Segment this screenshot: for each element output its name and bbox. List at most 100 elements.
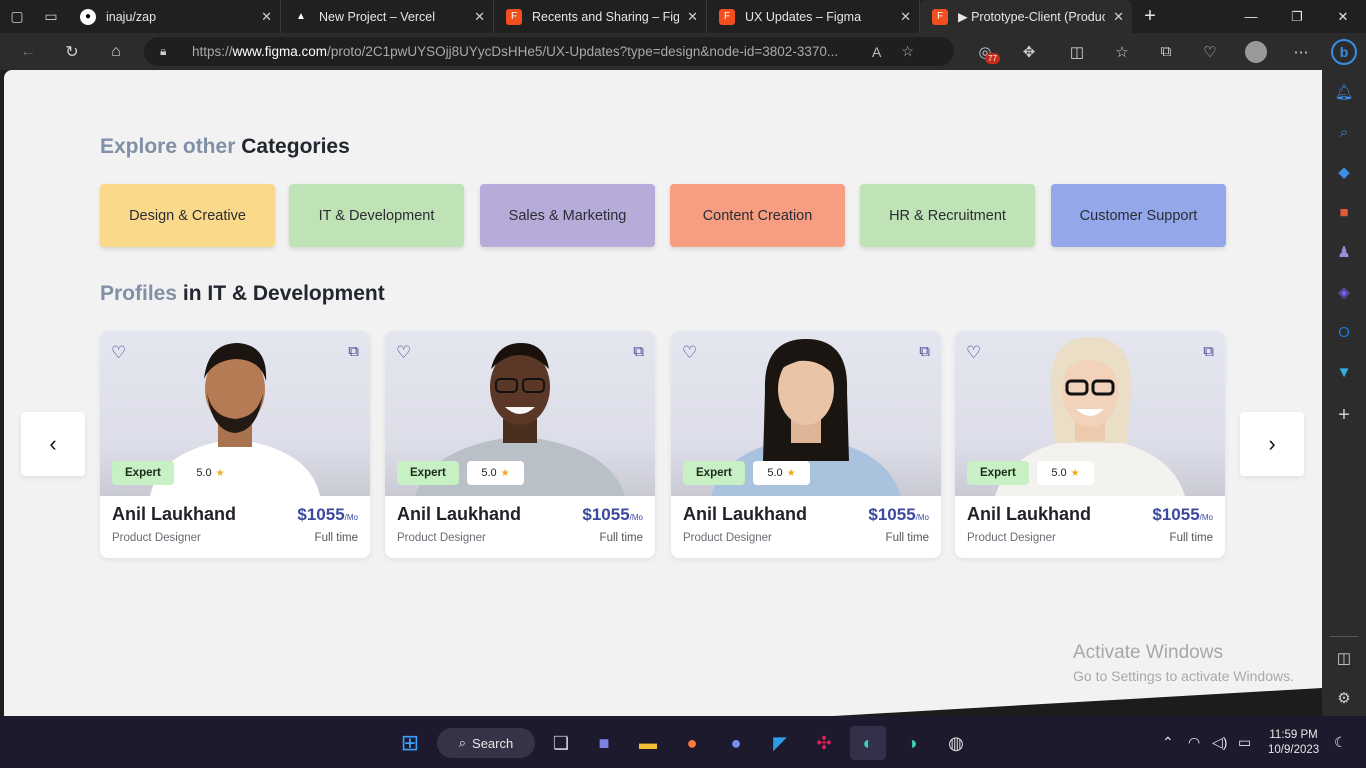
profile-role: Product Designer (112, 532, 201, 544)
collections-icon[interactable]: ⧉ (1144, 33, 1188, 70)
start-icon[interactable]: ⊞ (392, 726, 428, 760)
home-icon[interactable]: ⌂ (94, 33, 138, 70)
favorite-star-icon[interactable]: ☆ (901, 43, 914, 60)
figma-prototype-page: Explore other Categories Design & Creati… (4, 70, 1322, 716)
rating-badge: 5.0 ★ (753, 461, 810, 485)
tab-actions-icon[interactable]: ▭ (34, 0, 68, 33)
close-icon[interactable]: ✕ (1113, 9, 1124, 25)
profile-price: $1055/Mo (1152, 505, 1213, 524)
favorite-heart-icon[interactable]: ♡ (682, 343, 697, 363)
open-external-icon[interactable]: ⧉ (919, 343, 930, 360)
extension-icon[interactable]: ◎ 77 (963, 33, 1007, 70)
taskbar-clock[interactable]: 11:59 PM 10/9/2023 (1268, 728, 1319, 758)
open-external-icon[interactable]: ⧉ (348, 343, 359, 360)
tab-github[interactable]: ● inaju/zap ✕ (68, 0, 281, 33)
shopping-tag-icon[interactable]: ◆ (1322, 152, 1366, 192)
workspaces-icon[interactable]: ▢ (0, 0, 34, 33)
expert-badge: Expert (683, 461, 745, 485)
add-sidebar-app-icon[interactable]: + (1322, 395, 1366, 435)
favorites-icon[interactable]: ☆ (1100, 33, 1144, 70)
tab-figma-recents[interactable]: F Recents and Sharing – Figma ✕ (494, 0, 707, 33)
close-window-icon[interactable]: ✕ (1320, 0, 1366, 33)
more-menu-icon[interactable]: ⋯ (1279, 33, 1323, 70)
windows-taskbar: ⊞ ⌕ Search ❏ ■ ▬ ● ● ◤ ✣ ◐ ◑ ◍ ⌃ ◠ ◁) ▭ 1… (0, 716, 1366, 768)
restore-icon[interactable]: ❐ (1274, 0, 1320, 33)
category-it-development[interactable]: IT & Development (289, 184, 464, 247)
refresh-icon[interactable]: ↻ (50, 33, 94, 70)
outlook-icon[interactable]: O (1322, 312, 1366, 352)
category-customer-support[interactable]: Customer Support (1051, 184, 1226, 247)
show-hidden-icons-icon[interactable]: ⌃ (1162, 716, 1174, 768)
open-external-icon[interactable]: ⧉ (1203, 343, 1214, 360)
browser-essentials-icon[interactable]: ♡ (1188, 33, 1232, 70)
edge-beta-icon[interactable]: ◑ (894, 726, 930, 760)
tools-icon[interactable]: ■ (1322, 192, 1366, 232)
category-content-creation[interactable]: Content Creation (670, 184, 845, 247)
address-bar-row: ← ↻ ⌂ 🔒︎ https://www.figma.com/proto/2C1… (0, 33, 1366, 70)
extensions-puzzle-icon[interactable]: ✥ (1007, 33, 1051, 70)
close-icon[interactable]: ✕ (474, 9, 485, 25)
games-icon[interactable]: ♟ (1322, 232, 1366, 272)
discord-icon[interactable]: ● (718, 726, 754, 760)
app-icon[interactable]: ◍ (938, 726, 974, 760)
notification-moon-icon[interactable]: ☾ (1334, 716, 1347, 768)
favorite-heart-icon[interactable]: ♡ (966, 343, 981, 363)
close-icon[interactable]: ✕ (900, 9, 911, 25)
new-tab-button[interactable]: + (1132, 5, 1168, 28)
read-aloud-icon[interactable]: A (872, 44, 881, 60)
vercel-icon: ▲ (296, 11, 306, 22)
profile-card[interactable]: ♡ ⧉ Expert 5.0 ★ Anil Laukhand $1055/Mo P… (671, 331, 941, 558)
wifi-icon[interactable]: ◠ (1188, 716, 1200, 768)
split-screen-icon[interactable]: ◫ (1055, 33, 1099, 70)
profile-card[interactable]: ♡ ⧉ Expert 5.0 ★ Anil Laukhand $1055/Mo P… (100, 331, 370, 558)
chevron-right-icon: › (1268, 431, 1276, 456)
close-icon[interactable]: ✕ (687, 9, 698, 25)
profile-role: Product Designer (683, 532, 772, 544)
minimize-icon[interactable]: — (1228, 0, 1274, 33)
profile-avatar-icon[interactable] (1234, 33, 1278, 70)
profile-name: Anil Laukhand (683, 504, 808, 524)
profile-card[interactable]: ♡ ⧉ Expert 5.0 ★ Anil Laukhand $1055/Mo P… (955, 331, 1225, 558)
meet-icon[interactable]: ■ (586, 726, 622, 760)
hide-sidebar-icon[interactable]: ◫ (1322, 638, 1366, 678)
category-sales-marketing[interactable]: Sales & Marketing (480, 184, 655, 247)
open-external-icon[interactable]: ⧉ (633, 343, 644, 360)
url-field[interactable]: 🔒︎ https://www.figma.com/proto/2C1pwUYSO… (144, 37, 954, 66)
notifications-icon[interactable]: 🔔︎ (1322, 72, 1366, 112)
postman-icon[interactable]: ● (674, 726, 710, 760)
star-icon: ★ (215, 467, 225, 479)
expert-badge: Expert (397, 461, 459, 485)
tab-title: New Project – Vercel (319, 9, 436, 24)
tab-vercel[interactable]: ▲ New Project – Vercel ✕ (281, 0, 494, 33)
figma-icon: F (506, 8, 522, 25)
profiles-heading: Profiles in IT & Development (100, 282, 385, 305)
vscode-icon[interactable]: ◤ (762, 726, 798, 760)
tab-figma-ux-updates[interactable]: F UX Updates – Figma ✕ (707, 0, 920, 33)
profile-name: Anil Laukhand (397, 504, 522, 524)
sidebar-settings-icon[interactable]: ⚙ (1322, 678, 1366, 718)
taskbar-search[interactable]: ⌕ Search (437, 728, 535, 758)
task-view-icon[interactable]: ❏ (543, 726, 579, 760)
github-icon: ● (80, 8, 96, 25)
carousel-next-button[interactable]: › (1240, 412, 1304, 476)
microsoft-365-icon[interactable]: ◈ (1322, 272, 1366, 312)
profile-card[interactable]: ♡ ⧉ Expert 5.0 ★ Anil Laukhand $1055/Mo P… (385, 331, 655, 558)
back-icon[interactable]: ← (6, 33, 50, 70)
slack-icon[interactable]: ✣ (806, 726, 842, 760)
battery-icon[interactable]: ▭ (1238, 716, 1251, 768)
category-design-creative[interactable]: Design & Creative (100, 184, 275, 247)
favorite-heart-icon[interactable]: ♡ (396, 343, 411, 363)
search-icon[interactable]: ⌕ (1322, 112, 1366, 152)
edge-icon[interactable]: ◐ (850, 726, 886, 760)
tab-figma-prototype[interactable]: F ▶ Prototype-Client (Product… ✕ (920, 0, 1132, 33)
copilot-icon[interactable]: b (1322, 33, 1366, 70)
profile-role: Product Designer (967, 532, 1056, 544)
favorite-heart-icon[interactable]: ♡ (111, 343, 126, 363)
volume-icon[interactable]: ◁) (1212, 716, 1227, 768)
category-hr-recruitment[interactable]: HR & Recruitment (860, 184, 1035, 247)
tab-title: inaju/zap (106, 9, 157, 24)
close-icon[interactable]: ✕ (261, 9, 272, 25)
file-explorer-icon[interactable]: ▬ (630, 726, 666, 760)
drop-icon[interactable]: ▼ (1322, 352, 1366, 392)
carousel-prev-button[interactable]: ‹ (21, 412, 85, 476)
